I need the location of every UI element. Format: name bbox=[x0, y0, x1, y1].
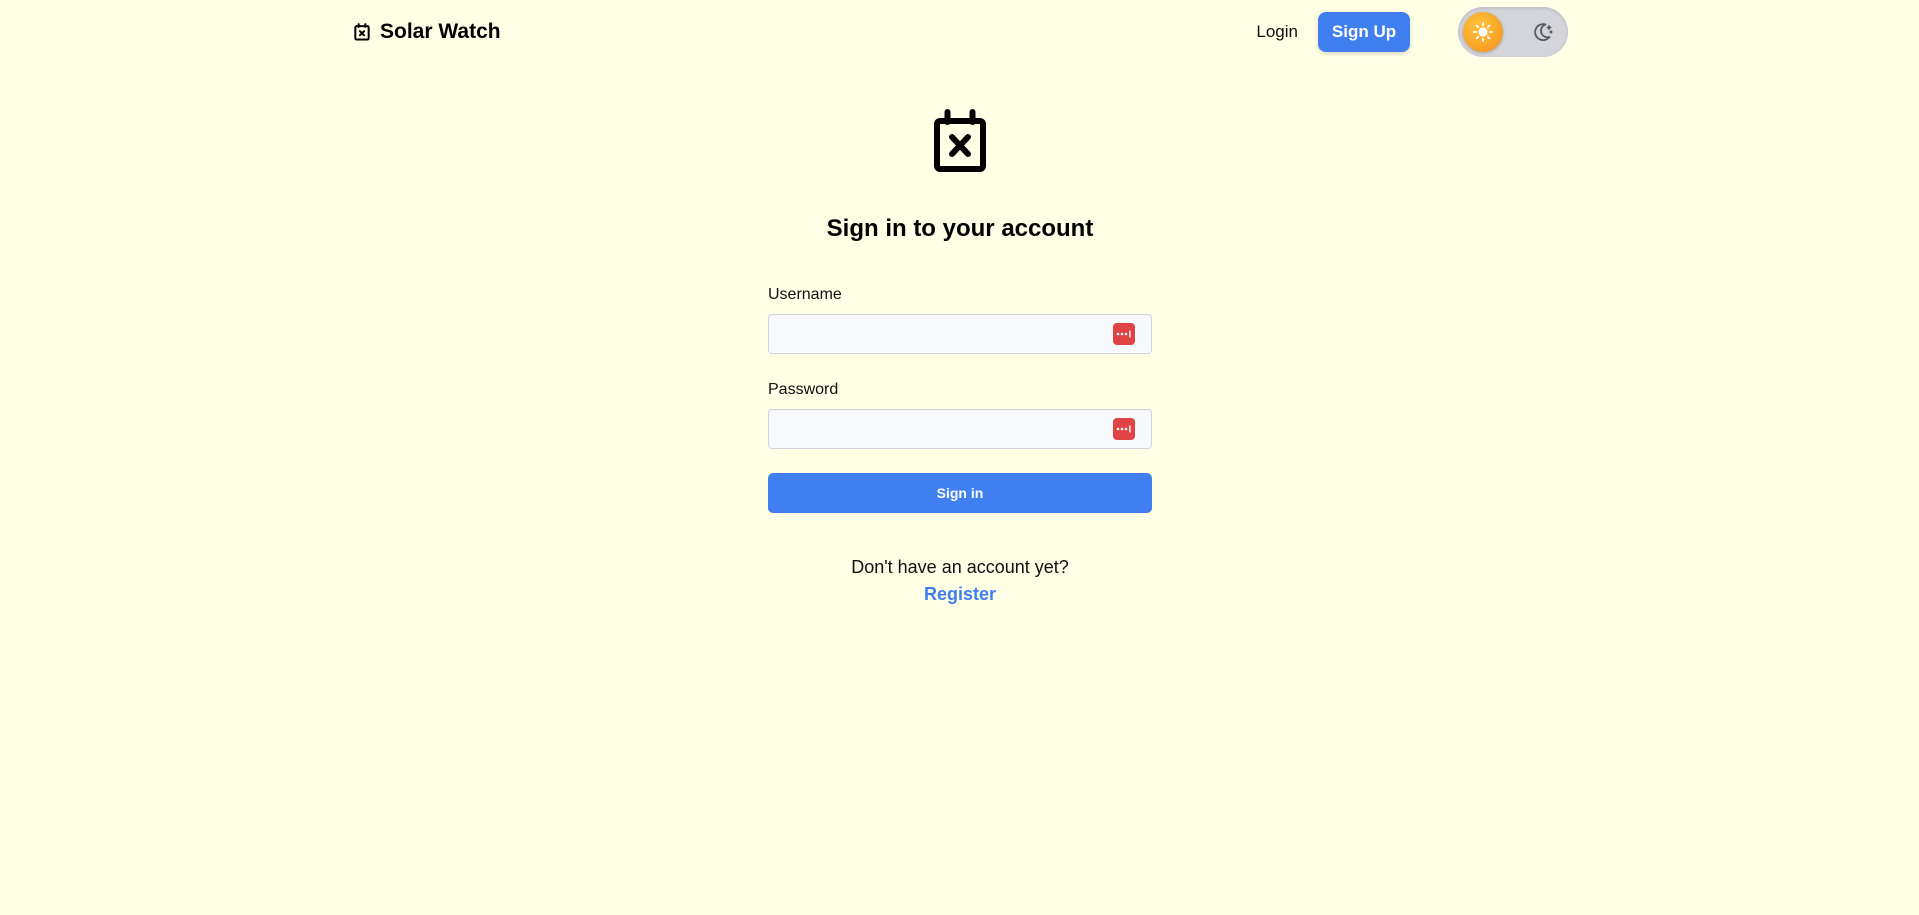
register-prompt-text: Don't have an account yet? bbox=[851, 557, 1069, 577]
password-manager-icon[interactable] bbox=[1113, 323, 1135, 345]
username-group: Username bbox=[768, 285, 1152, 354]
brand-title: Solar Watch bbox=[380, 20, 501, 43]
nav-actions: Login Sign Up bbox=[1256, 7, 1568, 57]
moon-icon bbox=[1534, 23, 1553, 42]
login-panel: Sign in to your account Username Passwor… bbox=[768, 108, 1152, 605]
toggle-knob bbox=[1463, 12, 1503, 52]
register-prompt: Don't have an account yet? Register bbox=[768, 556, 1152, 605]
brand[interactable]: Solar Watch bbox=[352, 20, 501, 44]
dots-icon bbox=[1116, 330, 1131, 338]
password-label: Password bbox=[768, 381, 839, 398]
calendar-x-icon bbox=[354, 23, 370, 41]
logo bbox=[930, 108, 990, 174]
username-field-wrap bbox=[768, 314, 1152, 354]
theme-toggle[interactable] bbox=[1458, 7, 1568, 57]
register-link[interactable]: Register bbox=[924, 584, 996, 605]
dots-icon bbox=[1116, 425, 1131, 433]
username-input[interactable] bbox=[768, 314, 1152, 354]
password-manager-icon[interactable] bbox=[1113, 418, 1135, 440]
sign-up-button[interactable]: Sign Up bbox=[1318, 12, 1410, 52]
login-link[interactable]: Login bbox=[1256, 22, 1298, 42]
sun-icon bbox=[1472, 21, 1494, 43]
login-form: Username Password Sign in bbox=[768, 285, 1152, 513]
sign-in-button[interactable]: Sign in bbox=[768, 473, 1152, 513]
page-title: Sign in to your account bbox=[826, 215, 1094, 242]
navbar: Solar Watch Login Sign Up bbox=[352, 0, 1568, 64]
calendar-x-icon bbox=[934, 109, 986, 172]
username-label: Username bbox=[768, 286, 842, 303]
password-input[interactable] bbox=[768, 409, 1152, 449]
password-field-wrap bbox=[768, 409, 1152, 449]
password-group: Password bbox=[768, 380, 1152, 449]
